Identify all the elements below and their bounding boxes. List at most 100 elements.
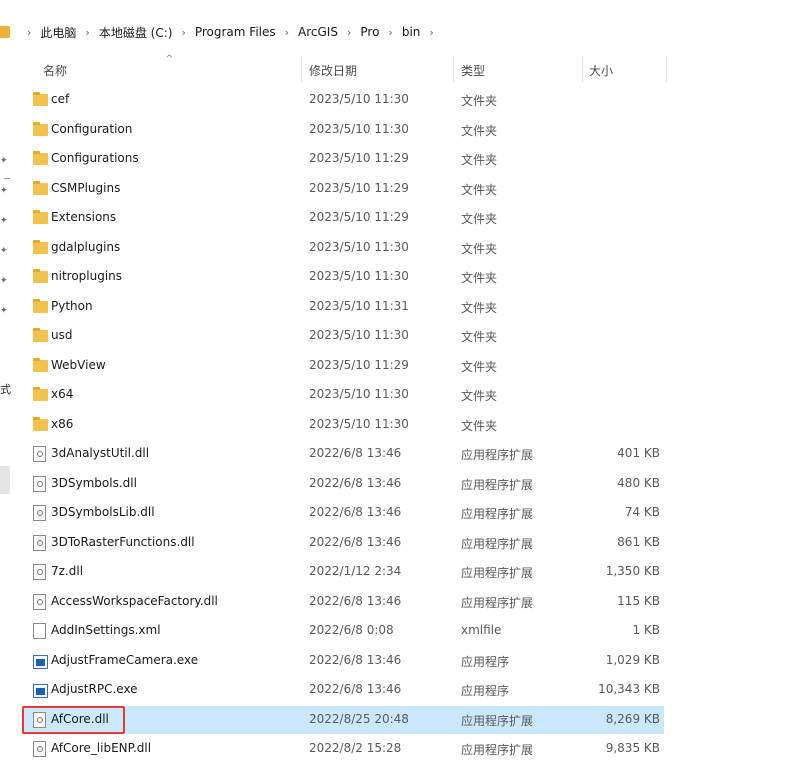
file-type: 应用程序扩展 bbox=[461, 507, 534, 521]
file-icon-wrap bbox=[33, 623, 46, 641]
folder-icon bbox=[33, 269, 48, 283]
pin-icon[interactable]: ✦ bbox=[0, 246, 8, 256]
file-name: gdalplugins bbox=[51, 239, 121, 254]
file-icon-wrap bbox=[33, 92, 48, 106]
file-date-modified: 2023/5/10 11:29 bbox=[309, 357, 409, 372]
pin-icon[interactable]: ✦ bbox=[0, 156, 8, 166]
nav-item-selected[interactable] bbox=[0, 466, 10, 494]
navigation-pane: ✦ ✦ ✦ ✦ ✦ ✦ 式 bbox=[0, 48, 14, 749]
file-row[interactable]: 3dAnalystUtil.dll 2022/6/8 13:46 应用程序扩展 401… bbox=[22, 440, 664, 468]
file-row[interactable]: 3DSymbols.dll 2022/6/8 13:46 应用程序扩展 480 KB bbox=[22, 470, 664, 498]
file-type: 文件夹 bbox=[461, 123, 498, 138]
file-row[interactable]: Configurations 2023/5/10 11:29 文件夹 bbox=[22, 145, 664, 173]
column-header-type[interactable]: 类型 bbox=[461, 62, 485, 79]
file-size: 401 KB bbox=[617, 446, 660, 460]
file-row[interactable]: nitroplugins 2023/5/10 11:30 文件夹 bbox=[22, 263, 664, 291]
dll-icon bbox=[33, 475, 46, 492]
file-row[interactable]: x64 2023/5/10 11:30 文件夹 bbox=[22, 381, 664, 409]
file-row[interactable]: AddInSettings.xml 2022/6/8 0:08 xmlfile 1 K… bbox=[22, 617, 664, 645]
column-divider[interactable] bbox=[666, 56, 667, 82]
file-date-modified: 2022/6/8 13:46 bbox=[309, 505, 402, 519]
file-name: AfCore_libENP.dll bbox=[51, 741, 152, 755]
file-name: 7z.dll bbox=[51, 564, 84, 578]
file-row[interactable]: Configuration 2023/5/10 11:30 文件夹 bbox=[22, 116, 664, 144]
file-row[interactable]: gdalplugins 2023/5/10 11:30 文件夹 bbox=[22, 234, 664, 262]
file-size: 1,350 KB bbox=[605, 564, 660, 578]
breadcrumb-item-program-files[interactable]: Program Files bbox=[195, 25, 276, 39]
column-header-date[interactable]: 修改日期 bbox=[309, 62, 357, 79]
column-divider[interactable] bbox=[453, 56, 454, 82]
file-name: CSMPlugins bbox=[51, 180, 121, 195]
file-size: 10,343 KB bbox=[598, 682, 660, 696]
file-type: 文件夹 bbox=[461, 418, 498, 433]
file-date-modified: 2023/5/10 11:30 bbox=[309, 387, 409, 401]
file-row[interactable]: 3DToRasterFunctions.dll 2022/6/8 13:46 应用程… bbox=[22, 529, 664, 557]
file-date-modified: 2022/6/8 13:46 bbox=[309, 446, 402, 460]
file-date-modified: 2022/8/2 15:28 bbox=[309, 741, 402, 755]
file-row[interactable]: usd 2023/5/10 11:30 文件夹 bbox=[22, 322, 664, 350]
file-date-modified: 2023/5/10 11:31 bbox=[309, 298, 409, 313]
chevron-right-icon: › bbox=[27, 25, 32, 39]
column-divider[interactable] bbox=[582, 56, 583, 82]
file-type: 文件夹 bbox=[461, 300, 498, 315]
file-row[interactable]: AdjustRPC.exe 2022/6/8 13:46 应用程序 10,343 KB bbox=[22, 676, 664, 704]
file-date-modified: 2023/5/10 11:29 bbox=[309, 210, 409, 224]
file-date-modified: 2023/5/10 11:30 bbox=[309, 92, 409, 106]
exe-icon bbox=[33, 654, 48, 669]
file-name: Configuration bbox=[51, 121, 133, 136]
column-header-name[interactable]: 名称 bbox=[43, 62, 67, 79]
breadcrumb-item-pro[interactable]: Pro bbox=[360, 25, 379, 39]
file-row[interactable]: cef 2023/5/10 11:30 文件夹 bbox=[22, 86, 664, 114]
pin-icon[interactable]: ✦ bbox=[0, 186, 8, 196]
breadcrumb-item-this-pc[interactable]: 此电脑 bbox=[40, 24, 76, 41]
file-icon-wrap bbox=[33, 298, 48, 313]
file-icon-wrap bbox=[33, 741, 46, 759]
dll-icon bbox=[33, 593, 46, 610]
file-row[interactable]: AfCore_libENP.dll 2022/8/2 15:28 应用程序扩展 9,8… bbox=[22, 735, 664, 763]
dll-icon bbox=[33, 446, 46, 462]
pin-icon[interactable]: ✦ bbox=[0, 276, 8, 286]
file-row[interactable]: Python 2023/5/10 11:31 文件夹 bbox=[22, 293, 664, 321]
file-type: 应用程序扩展 bbox=[461, 566, 534, 580]
file-row[interactable]: 3DSymbolsLib.dll 2022/6/8 13:46 应用程序扩展 74 K… bbox=[22, 499, 664, 527]
file-name: AddInSettings.xml bbox=[51, 623, 161, 637]
chevron-right-icon: › bbox=[346, 25, 352, 39]
file-date-modified: 2022/6/8 13:46 bbox=[309, 682, 402, 696]
breadcrumb[interactable]: › 此电脑 › 本地磁盘 (C:) › Program Files › ArcG… bbox=[0, 18, 792, 46]
pin-icon[interactable]: ✦ bbox=[0, 216, 8, 226]
file-type: 文件夹 bbox=[461, 153, 498, 167]
file-row[interactable]: WebView 2023/5/10 11:29 文件夹 bbox=[22, 352, 664, 380]
file-row[interactable]: CSMPlugins 2023/5/10 11:29 文件夹 bbox=[22, 175, 664, 203]
breadcrumb-item-arcgis[interactable]: ArcGIS bbox=[298, 25, 338, 39]
file-type: 应用程序 bbox=[461, 654, 510, 669]
file-type: 应用程序 bbox=[461, 684, 510, 698]
file-row[interactable]: 7z.dll 2022/1/12 2:34 应用程序扩展 1,350 KB bbox=[22, 558, 664, 586]
file-date-modified: 2022/8/25 20:48 bbox=[309, 711, 409, 726]
file-type: 文件夹 bbox=[461, 330, 498, 344]
file-type: 文件夹 bbox=[461, 389, 498, 403]
chevron-right-icon[interactable]: › bbox=[429, 26, 433, 39]
breadcrumb-item-local-disk[interactable]: 本地磁盘 (C:) bbox=[99, 24, 173, 41]
file-name: Extensions bbox=[51, 210, 117, 224]
column-divider[interactable] bbox=[301, 56, 302, 82]
file-size: 9,835 KB bbox=[605, 741, 660, 755]
file-size: 8,269 KB bbox=[605, 711, 660, 726]
toolbar-strip bbox=[0, 0, 792, 8]
file-size: 115 KB bbox=[617, 593, 660, 608]
pin-icon[interactable]: ✦ bbox=[0, 306, 8, 316]
file-type: xmlfile bbox=[461, 623, 502, 637]
file-date-modified: 2023/5/10 11:30 bbox=[309, 328, 409, 342]
file-row[interactable]: AccessWorkspaceFactory.dll 2022/6/8 13:46… bbox=[22, 588, 664, 616]
column-header-size[interactable]: 大小 bbox=[589, 62, 613, 79]
file-date-modified: 2023/5/10 11:29 bbox=[309, 151, 409, 165]
file-type: 应用程序扩展 bbox=[461, 743, 534, 757]
file-row[interactable]: Extensions 2023/5/10 11:29 文件夹 bbox=[22, 204, 664, 232]
folder-icon bbox=[0, 26, 10, 38]
breadcrumb-item-bin[interactable]: bin bbox=[402, 25, 421, 39]
file-row[interactable]: x86 2023/5/10 11:30 文件夹 bbox=[22, 411, 664, 439]
folder-icon bbox=[33, 239, 48, 254]
file-icon-wrap bbox=[33, 416, 48, 431]
file-row[interactable]: AdjustFrameCamera.exe 2022/6/8 13:46 应用程序 1… bbox=[22, 647, 664, 675]
nav-item-label[interactable]: 式 bbox=[0, 381, 14, 397]
file-size: 1,029 KB bbox=[605, 652, 660, 667]
